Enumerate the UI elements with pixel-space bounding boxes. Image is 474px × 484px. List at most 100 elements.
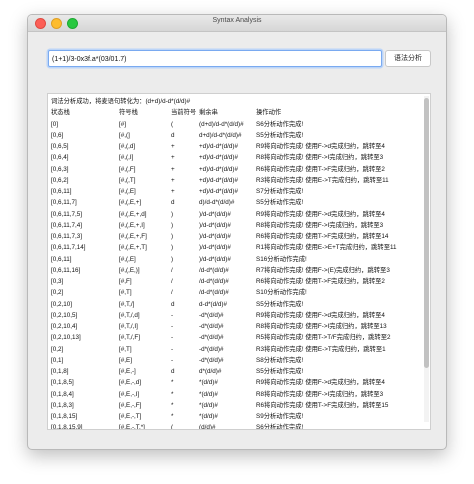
cell-symbol-stack: [#,(,F] [119, 165, 136, 173]
expression-input[interactable]: (1+1)/3-0x3f.a*(03/01.7) [48, 50, 382, 67]
cell-current-symbol: + [171, 176, 175, 184]
cell-symbol-stack: [#,(,E,+] [119, 199, 142, 207]
cell-action: R9将向动作完成! 使用F->d完成归约，跳转至4 [256, 311, 385, 319]
cell-symbol-stack: [#,T,/,F] [119, 334, 140, 342]
cell-symbol-stack: [#,(,E,+,I] [119, 221, 145, 229]
cell-state-stack: [0,2,10,5] [51, 311, 78, 319]
cell-action: S10分析动作完成! [256, 289, 307, 297]
cell-current-symbol: + [171, 165, 175, 173]
cell-remaining-input: /d-d*(d/d)# [199, 278, 229, 285]
output-text-area[interactable]: 词法分析成功，将麦语句转化为：(d+d)/d-d*(d/d)# 状态栈 符号栈 … [47, 93, 431, 430]
cell-action: R6将向动作完成! 使用T->F完成归约，跳转至14 [256, 233, 389, 240]
cell-remaining-input: d-d*(d/d)# [199, 300, 228, 308]
cell-state-stack: [0,1,8,4] [51, 390, 74, 398]
cell-symbol-stack: [#,(,E,+,F] [119, 233, 147, 240]
cell-current-symbol: - [171, 345, 174, 353]
cell-state-stack: [0,1] [51, 356, 64, 364]
cell-state-stack: [0,6,11,7,5] [51, 210, 83, 218]
cell-action: R3将向动作完成! 使用E->T完成归约，跳转至1 [256, 345, 386, 353]
cell-action: R3将向动作完成! 使用E->T完成归约，跳转至11 [256, 176, 389, 184]
cell-state-stack: [0,6,11,7] [51, 199, 77, 207]
scrollbar-thumb[interactable] [424, 98, 429, 368]
header-remaining-input: 剩余串 [199, 109, 218, 116]
cell-symbol-stack: [#,(,E] [119, 255, 136, 263]
cell-action: R6将向动作完成! 使用T->F完成归约，跳转至15 [256, 401, 389, 409]
cell-action: S5分析动作完成! [256, 131, 304, 139]
cell-remaining-input: d)/d-d*(d/d)# [199, 199, 235, 207]
cell-current-symbol: ) [171, 255, 174, 263]
cell-action: S6分析动作完成! [256, 424, 304, 430]
cell-action: S7分析动作完成! [256, 188, 304, 195]
cell-action: R8将向动作完成! 使用F->I完成归约，跳转至3 [256, 390, 384, 398]
cell-action: R7将向动作完成! 使用F->(E)完成归约，跳转至3 [256, 266, 390, 274]
title-bar: Syntax Analysis [28, 15, 446, 32]
vertical-scrollbar[interactable] [424, 96, 429, 422]
cell-state-stack: [0,6,4] [51, 154, 69, 162]
cell-action: S6分析动作完成! [256, 120, 304, 128]
cell-state-stack: [0,3] [51, 278, 64, 285]
cell-remaining-input: )/d-d*(d/d)# [199, 221, 231, 229]
cell-symbol-stack: [#,T] [119, 289, 132, 297]
cell-current-symbol: ) [171, 221, 174, 229]
cell-symbol-stack: [#,(,E] [119, 188, 136, 195]
cell-symbol-stack: [#,T,/,d] [119, 311, 140, 319]
cell-current-symbol: d [171, 131, 175, 139]
cell-symbol-stack: [#,(,E,)] [119, 266, 140, 274]
cell-remaining-input: (d+d)/d-d*(d/d)# [199, 120, 244, 128]
cell-remaining-input: +d)/d-d*(d/d)# [199, 143, 239, 150]
cell-state-stack: [0,6,11] [51, 255, 72, 263]
cell-current-symbol: / [171, 266, 173, 274]
cell-current-symbol: * [171, 390, 174, 398]
cell-current-symbol: - [171, 323, 174, 330]
cell-action: R9将向动作完成! 使用F->d完成归约，跳转至4 [256, 143, 385, 150]
cell-state-stack: [0,2,10] [51, 300, 73, 308]
cell-current-symbol: + [171, 188, 175, 195]
cell-remaining-input: -d*(d/d)# [199, 311, 224, 319]
cell-current-symbol: * [171, 401, 174, 409]
cell-symbol-stack: [#,E] [119, 356, 132, 364]
cell-remaining-input: )/d-d*(d/d)# [199, 244, 231, 252]
cell-symbol-stack: [#,E,-] [119, 368, 136, 375]
cell-action: R1将向动作完成! 使用E->E+T完成归约，跳转至11 [256, 244, 397, 252]
cell-state-stack: [0,6] [51, 131, 64, 139]
cell-remaining-input: /d-d*(d/d)# [199, 266, 229, 274]
cell-state-stack: [0,6,11,7,3] [51, 233, 83, 240]
cell-symbol-stack: [#,F] [119, 278, 132, 285]
cell-symbol-stack: [#,T] [119, 345, 132, 353]
cell-state-stack: [0,6,11,16] [51, 266, 81, 274]
cell-state-stack: [0,6,11] [51, 188, 72, 195]
cell-action: S5分析动作完成! [256, 199, 304, 207]
app-window: Syntax Analysis (1+1)/3-0x3f.a*(03/01.7)… [27, 14, 447, 450]
cell-state-stack: [0,1,8,15] [51, 413, 78, 420]
cell-remaining-input: )/d-d*(d/d)# [199, 233, 231, 240]
cell-action: S8分析动作完成! [256, 356, 304, 364]
cell-symbol-stack: [#,(,E,+,T] [119, 244, 147, 252]
cell-state-stack: [0,6,11,7,14] [51, 244, 86, 252]
analyze-button[interactable]: 语法分析 [385, 50, 431, 67]
cell-current-symbol: ) [171, 233, 174, 240]
cell-remaining-input: *(d/d)# [199, 401, 218, 409]
cell-current-symbol: / [171, 289, 173, 297]
cell-state-stack: [0,1,8,15,9] [51, 424, 83, 430]
cell-symbol-stack: [#,E,-,d] [119, 379, 142, 387]
cell-symbol-stack: [#,E,-,T,*] [119, 424, 145, 430]
cell-symbol-stack: [#] [119, 120, 127, 128]
header-symbol-stack: 符号栈 [119, 109, 138, 116]
cell-remaining-input: *(d/d)# [199, 413, 218, 420]
cell-action: R9将向动作完成! 使用F->d完成归约，跳转至4 [256, 379, 385, 387]
cell-state-stack: [0,6,5] [51, 143, 69, 150]
cell-state-stack: [0] [51, 120, 59, 128]
cell-state-stack: [0,2,10,4] [51, 323, 78, 330]
cell-remaining-input: *(d/d)# [199, 390, 218, 398]
cell-remaining-input: +d)/d-d*(d/d)# [199, 188, 239, 195]
cell-current-symbol: + [171, 154, 175, 162]
cell-current-symbol: d [171, 199, 175, 207]
header-state-stack: 状态栈 [51, 109, 70, 116]
cell-current-symbol: / [171, 278, 173, 285]
cell-symbol-stack: [#,(] [119, 131, 130, 139]
cell-remaining-input: /d-d*(d/d)# [199, 289, 229, 297]
cell-symbol-stack: [#,(,d] [119, 143, 136, 150]
cell-remaining-input: +d)/d-d*(d/d)# [199, 176, 239, 184]
cell-state-stack: [0,6,2] [51, 176, 69, 184]
cell-remaining-input: )/d-d*(d/d)# [199, 210, 231, 218]
